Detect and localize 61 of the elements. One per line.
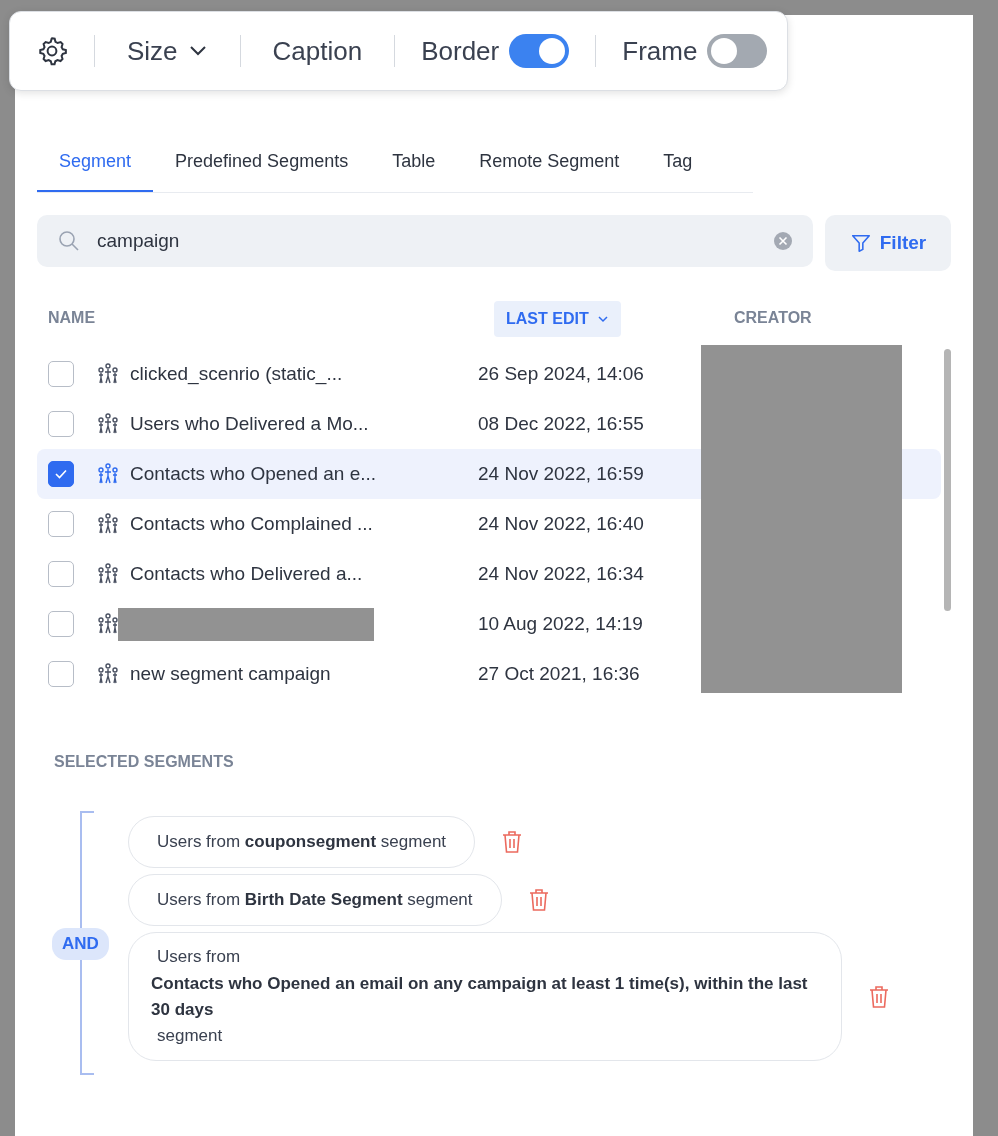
- filter-icon: [849, 232, 872, 254]
- group-icon: [96, 512, 120, 536]
- delete-icon[interactable]: [527, 888, 550, 912]
- scrollbar[interactable]: [944, 349, 951, 611]
- chip-text: segment: [157, 1026, 224, 1046]
- checkbox[interactable]: [48, 611, 74, 637]
- operator-badge[interactable]: AND: [52, 928, 109, 960]
- chip-text: Users from couponsegment segment: [157, 832, 447, 851]
- check-icon: [54, 468, 68, 480]
- filter-button[interactable]: Filter: [825, 215, 951, 271]
- tab[interactable]: Table: [370, 135, 458, 192]
- section-title: SELECTED SEGMENTS: [54, 753, 235, 771]
- date-cell: 27 Oct 2021, 16:36: [478, 663, 640, 685]
- chip-segment-name: Contacts who Opened an email on any campaign at least 1 time(s), within the last 30 days: [151, 973, 809, 1021]
- segment-name: clicked_scenrio (static_...: [130, 363, 344, 385]
- segment-name: Contacts who Complained ...: [130, 513, 374, 535]
- toggle-label: Border: [421, 35, 500, 67]
- chevron-icon: [187, 45, 208, 57]
- tab[interactable]: Predefined Segments: [153, 135, 371, 192]
- segment-name: Contacts who Delivered a...: [130, 563, 364, 585]
- search-icon: [57, 229, 81, 253]
- group-icon: [96, 662, 120, 686]
- group-icon: [96, 612, 120, 636]
- date-cell: 24 Nov 2022, 16:34: [478, 563, 644, 585]
- clear-icon[interactable]: [773, 231, 793, 251]
- group-icon: [96, 562, 120, 586]
- date-cell: 08 Dec 2022, 16:55: [478, 413, 644, 435]
- checkbox[interactable]: [48, 361, 74, 387]
- delete-icon[interactable]: [501, 830, 524, 854]
- checkbox[interactable]: [48, 511, 74, 537]
- chip-text: Users from: [157, 947, 242, 967]
- date-cell: 26 Sep 2024, 14:06: [478, 363, 644, 385]
- date-cell: 24 Nov 2022, 16:40: [478, 513, 644, 535]
- date-cell: 24 Nov 2022, 16:59: [478, 463, 644, 485]
- checkbox[interactable]: [48, 461, 74, 487]
- column-header: CREATOR: [734, 309, 812, 327]
- sort-header[interactable]: LAST EDIT: [494, 301, 621, 337]
- caption-button[interactable]: Caption: [266, 35, 369, 67]
- segment-name: new segment campaign: [130, 663, 332, 685]
- tab[interactable]: Remote Segment: [457, 135, 642, 192]
- segment-name: Contacts who Opened an e...: [130, 463, 378, 485]
- column-header: NAME: [48, 309, 96, 327]
- checkbox[interactable]: [48, 411, 74, 437]
- tab[interactable]: Segment: [37, 135, 154, 192]
- toggle-switch[interactable]: [509, 34, 570, 68]
- segment-name: Users who Delivered a Mo...: [130, 413, 370, 435]
- toggle-switch[interactable]: [707, 34, 768, 68]
- settings-icon[interactable]: [36, 35, 68, 67]
- chip-text: Users from Birth Date Segment segment: [157, 890, 473, 909]
- group-icon: [96, 412, 120, 436]
- checkbox[interactable]: [48, 661, 74, 687]
- delete-icon[interactable]: [868, 984, 890, 1009]
- group-icon: [96, 362, 120, 386]
- toggle-label: Frame: [622, 35, 698, 67]
- checkbox[interactable]: [48, 561, 74, 587]
- group-icon: [96, 462, 120, 486]
- tab[interactable]: Tag: [641, 135, 715, 192]
- chevron-icon: [596, 315, 609, 323]
- date-cell: 10 Aug 2022, 14:19: [478, 613, 643, 635]
- search-field[interactable]: campaign: [37, 215, 813, 267]
- size-dropdown[interactable]: Size: [121, 35, 214, 67]
